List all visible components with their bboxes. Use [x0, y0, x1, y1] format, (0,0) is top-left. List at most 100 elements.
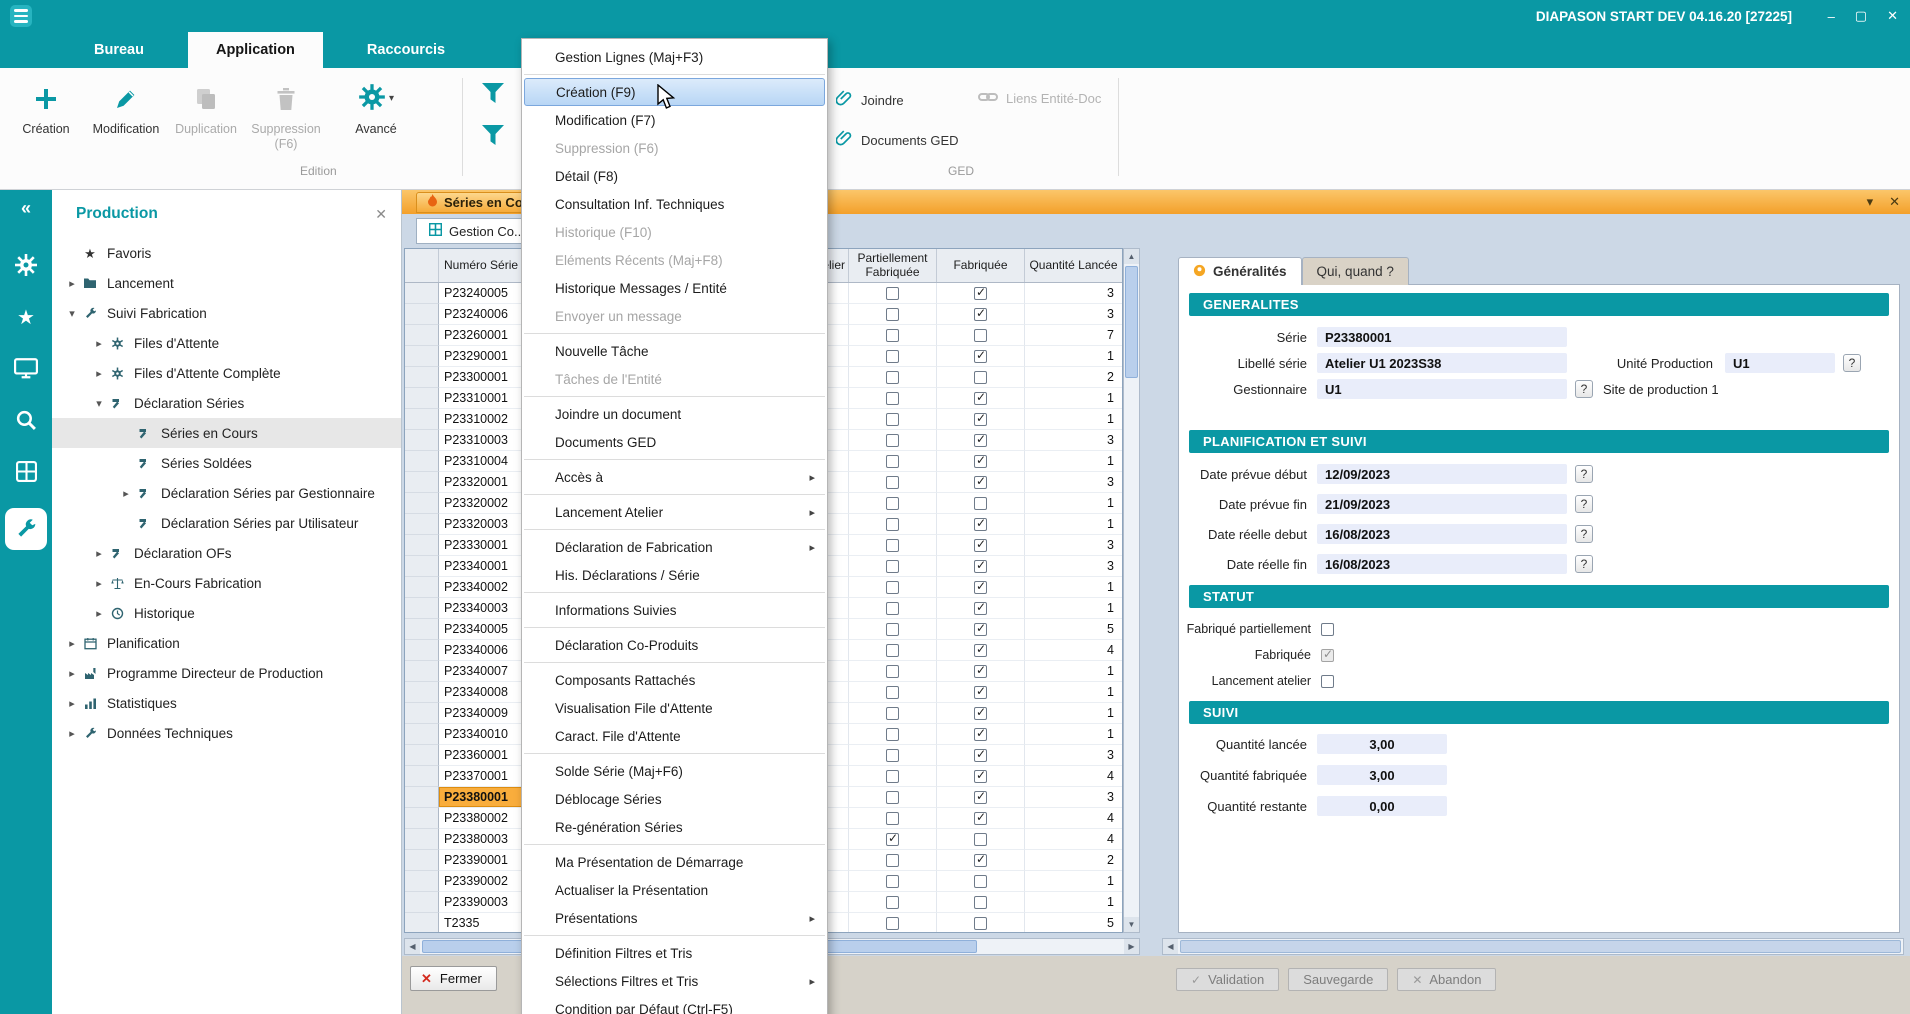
partiellement-checkbox[interactable] [886, 728, 899, 741]
scroll-right-icon[interactable]: ▶ [1124, 939, 1139, 954]
partiellement-checkbox[interactable] [886, 329, 899, 342]
row-selector-cell[interactable] [405, 493, 439, 514]
row-selector-cell[interactable] [405, 409, 439, 430]
quantite-cell[interactable]: 1 [1025, 493, 1122, 514]
menu-item[interactable]: Informations Suivies [522, 596, 827, 624]
row-selector-cell[interactable] [405, 472, 439, 493]
row-selector-cell[interactable] [405, 514, 439, 535]
partiellement-cell[interactable] [849, 619, 937, 640]
partiellement-cell[interactable] [849, 493, 937, 514]
partiellement-cell[interactable] [849, 703, 937, 724]
partiellement-cell[interactable] [849, 388, 937, 409]
row-selector-cell[interactable] [405, 283, 439, 304]
row-selector-cell[interactable] [405, 577, 439, 598]
row-selector-cell[interactable] [405, 703, 439, 724]
partiellement-cell[interactable] [849, 367, 937, 388]
partiellement-checkbox[interactable] [886, 686, 899, 699]
row-selector-cell[interactable] [405, 661, 439, 682]
tree-item[interactable]: ▸Déclaration Séries par Gestionnaire [52, 478, 401, 508]
row-selector-cell[interactable] [405, 325, 439, 346]
fabriquee-checkbox[interactable] [974, 560, 987, 573]
partiellement-checkbox[interactable] [886, 854, 899, 867]
fabriquee-checkbox[interactable] [974, 434, 987, 447]
partiellement-cell[interactable] [849, 661, 937, 682]
quantite-cell[interactable]: 3 [1025, 556, 1122, 577]
menu-item[interactable]: Joindre un document [522, 400, 827, 428]
quantite-cell[interactable]: 4 [1025, 640, 1122, 661]
tree-item[interactable]: Séries en Cours [52, 418, 401, 448]
fabriquee-checkbox[interactable] [974, 686, 987, 699]
menu-item[interactable]: Historique Messages / Entité [522, 274, 827, 302]
partiellement-cell[interactable] [849, 787, 937, 808]
fabriquee-cell[interactable] [937, 703, 1025, 724]
tree-item[interactable]: ★Favoris [52, 238, 401, 268]
partiellement-checkbox[interactable] [886, 539, 899, 552]
gestionnaire-field[interactable]: U1 [1317, 379, 1567, 399]
filter-button[interactable] [480, 80, 506, 106]
tree-item[interactable]: Séries Soldées [52, 448, 401, 478]
scroll-up-icon[interactable]: ▲ [1124, 249, 1139, 264]
fabriquee-cell[interactable] [937, 556, 1025, 577]
fabriquee-checkbox[interactable] [974, 287, 987, 300]
partiellement-cell[interactable] [849, 724, 937, 745]
menu-item[interactable]: Solde Série (Maj+F6) [522, 757, 827, 785]
quantite-cell[interactable]: 7 [1025, 325, 1122, 346]
fabriquee-checkbox[interactable] [974, 749, 987, 762]
row-selector-cell[interactable] [405, 829, 439, 850]
fabriquee-cell[interactable] [937, 325, 1025, 346]
menu-item[interactable]: Déclaration de Fabrication▸ [522, 533, 827, 561]
quantite-cell[interactable]: 1 [1025, 451, 1122, 472]
partiellement-checkbox[interactable] [886, 896, 899, 909]
partiellement-cell[interactable] [849, 871, 937, 892]
partiellement-cell[interactable] [849, 283, 937, 304]
tree-item[interactable]: ▸Files d'Attente Complète [52, 358, 401, 388]
partiellement-checkbox[interactable] [886, 392, 899, 405]
fabriquee-cell[interactable] [937, 493, 1025, 514]
fabriquee-checkbox[interactable] [974, 371, 987, 384]
quantite-cell[interactable]: 4 [1025, 766, 1122, 787]
tree-item[interactable]: ▸Files d'Attente [52, 328, 401, 358]
row-selector-cell[interactable] [405, 892, 439, 913]
sauvegarde-button[interactable]: Sauvegarde [1288, 968, 1388, 991]
menu-item[interactable]: Visualisation File d'Attente [522, 694, 827, 722]
fabriquee-cell[interactable] [937, 472, 1025, 493]
partiellement-checkbox[interactable] [886, 644, 899, 657]
partiellement-checkbox[interactable] [886, 707, 899, 720]
menu-item[interactable]: Gestion Lignes (Maj+F3) [522, 43, 827, 71]
detail-horizontal-scrollbar[interactable]: ◀ [1162, 938, 1904, 955]
joindre-button[interactable]: Joindre [836, 90, 904, 110]
fabriquee-cell[interactable] [937, 535, 1025, 556]
suivi-field[interactable]: 3,00 [1317, 765, 1447, 785]
tree-expander-icon[interactable]: ▸ [64, 697, 80, 710]
quantite-cell[interactable]: 1 [1025, 892, 1122, 913]
fabriquee-cell[interactable] [937, 409, 1025, 430]
date-help-button[interactable]: ? [1575, 525, 1593, 543]
menu-item[interactable]: Re-génération Séries [522, 813, 827, 841]
fabriquee-cell[interactable] [937, 808, 1025, 829]
menu-item[interactable]: Lancement Atelier▸ [522, 498, 827, 526]
header-fabriquee[interactable]: Fabriquée [937, 249, 1025, 282]
menu-item[interactable]: His. Déclarations / Série [522, 561, 827, 589]
module-grid-icon[interactable] [0, 449, 52, 493]
tree-item[interactable]: ▸Historique [52, 598, 401, 628]
row-selector-cell[interactable] [405, 556, 439, 577]
partiellement-cell[interactable] [849, 745, 937, 766]
menu-item[interactable]: Présentations▸ [522, 904, 827, 932]
sub-tab-gestion[interactable]: Gestion Co... [416, 218, 538, 244]
fabriquee-cell[interactable] [937, 514, 1025, 535]
fabriquee-checkbox[interactable] [974, 308, 987, 321]
partiellement-cell[interactable] [849, 598, 937, 619]
gestionnaire-help-button[interactable]: ? [1575, 380, 1593, 398]
partiellement-cell[interactable] [849, 346, 937, 367]
row-selector-cell[interactable] [405, 871, 439, 892]
partiellement-checkbox[interactable] [886, 581, 899, 594]
unite-production-field[interactable]: U1 [1725, 353, 1835, 373]
module-favorites-icon[interactable]: ★ [0, 295, 52, 339]
menu-item[interactable]: Déclaration Co-Produits [522, 631, 827, 659]
tree-expander-icon[interactable]: ▸ [64, 727, 80, 740]
quantite-cell[interactable]: 1 [1025, 703, 1122, 724]
fabriquee-checkbox[interactable] [974, 329, 987, 342]
document-close-icon[interactable]: ✕ [1889, 194, 1900, 210]
partiellement-cell[interactable] [849, 535, 937, 556]
partiellement-cell[interactable] [849, 913, 937, 932]
